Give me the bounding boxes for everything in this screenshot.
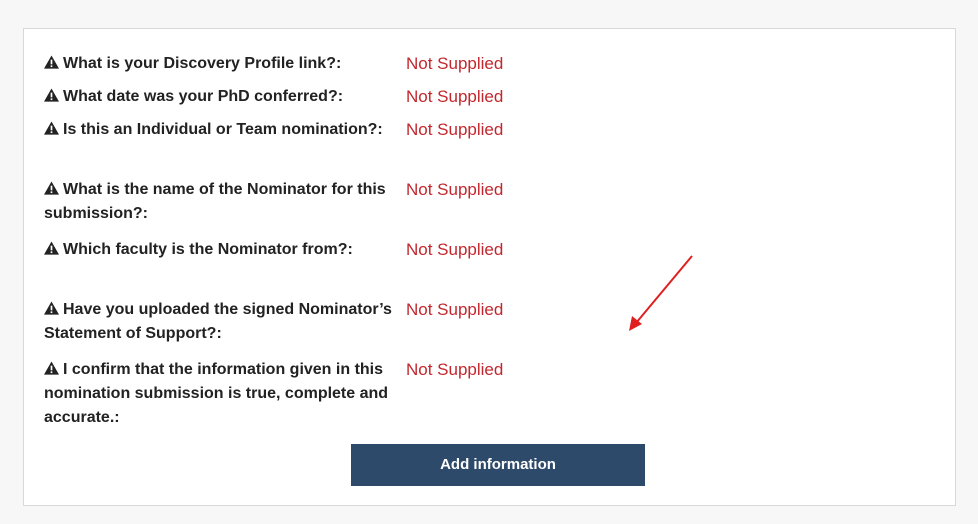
field-row-nominator-name: What is the name of the Nominator for th…	[44, 178, 564, 238]
field-question-text: Is this an Individual or Team nomination…	[63, 121, 383, 138]
warning-icon	[44, 121, 59, 135]
field-answer: Not Supplied	[406, 180, 504, 199]
warning-icon	[44, 181, 59, 195]
field-row-confirmation: I confirm that the information given in …	[44, 358, 564, 430]
field-question: Is this an Individual or Team nomination…	[44, 118, 406, 142]
field-question: What date was your PhD conferred?:	[44, 85, 406, 109]
field-question-text: Have you uploaded the signed Nominator’s…	[44, 301, 392, 342]
warning-icon	[44, 361, 59, 375]
field-question-text: What date was your PhD conferred?:	[63, 88, 344, 105]
field-question-text: What is the name of the Nominator for th…	[44, 181, 386, 222]
field-answer: Not Supplied	[406, 120, 504, 139]
field-question: Have you uploaded the signed Nominator’s…	[44, 298, 406, 346]
field-row-discovery-profile: What is your Discovery Profile link?: No…	[44, 52, 564, 85]
warning-icon	[44, 88, 59, 102]
field-answer: Not Supplied	[406, 240, 504, 259]
field-question-text: Which faculty is the Nominator from?:	[63, 241, 353, 258]
add-information-button[interactable]: Add information	[351, 444, 645, 486]
field-question: What is your Discovery Profile link?:	[44, 52, 406, 76]
field-answer: Not Supplied	[406, 300, 504, 319]
field-row-statement-of-support: Have you uploaded the signed Nominator’s…	[44, 298, 564, 358]
field-question: I confirm that the information given in …	[44, 358, 406, 430]
warning-icon	[44, 55, 59, 69]
field-row-phd-date: What date was your PhD conferred?: Not S…	[44, 85, 564, 118]
warning-icon	[44, 241, 59, 255]
nomination-summary-panel: What is your Discovery Profile link?: No…	[23, 28, 956, 506]
field-answer: Not Supplied	[406, 87, 504, 106]
field-answer: Not Supplied	[406, 54, 504, 73]
field-question-text: I confirm that the information given in …	[44, 361, 389, 426]
field-answer: Not Supplied	[406, 360, 504, 379]
warning-icon	[44, 301, 59, 315]
field-question: What is the name of the Nominator for th…	[44, 178, 406, 226]
field-row-nomination-type: Is this an Individual or Team nomination…	[44, 118, 564, 178]
field-question-text: What is your Discovery Profile link?:	[63, 55, 342, 72]
field-row-nominator-faculty: Which faculty is the Nominator from?: No…	[44, 238, 564, 298]
field-list: What is your Discovery Profile link?: No…	[44, 52, 564, 430]
field-question: Which faculty is the Nominator from?:	[44, 238, 406, 262]
